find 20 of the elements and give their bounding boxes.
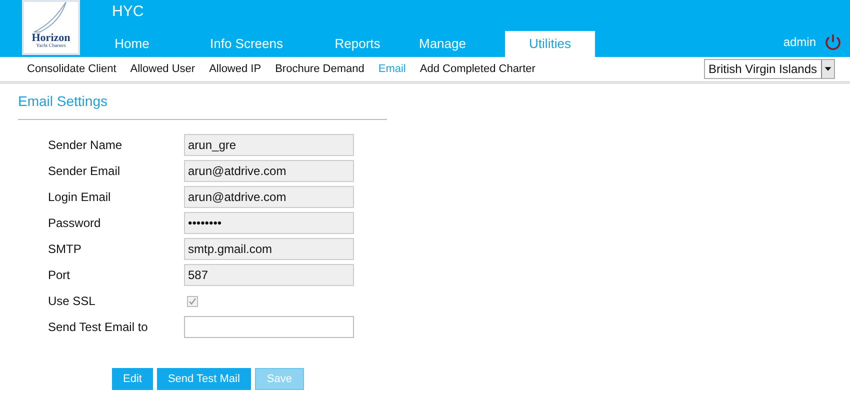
region-select[interactable]: British Virgin Islands xyxy=(704,59,835,79)
field-label: Sender Name xyxy=(48,137,124,154)
field-label: Use SSL xyxy=(48,293,96,310)
subnav-link[interactable]: Allowed User xyxy=(130,60,196,78)
power-icon[interactable] xyxy=(824,32,842,50)
subnav-link[interactable]: Brochure Demand xyxy=(275,60,364,78)
subnav-link[interactable]: Consolidate Client xyxy=(27,60,116,78)
app-title: HYC xyxy=(112,2,145,22)
field-label: Port xyxy=(48,267,72,284)
section-title: Email Settings xyxy=(18,93,108,109)
subnav-link[interactable]: Add Completed Charter xyxy=(420,60,536,78)
field-label: Login Email xyxy=(48,189,112,206)
subnav-link[interactable]: Allowed IP xyxy=(209,60,262,78)
logo-name: Horizon xyxy=(32,33,70,44)
field-label: Send Test Email to xyxy=(48,319,149,336)
field-label: Password xyxy=(48,215,102,232)
input-field[interactable] xyxy=(184,316,354,338)
field-label: SMTP xyxy=(48,241,82,258)
field-label: Sender Email xyxy=(48,163,122,180)
action-button: Save xyxy=(254,368,304,390)
